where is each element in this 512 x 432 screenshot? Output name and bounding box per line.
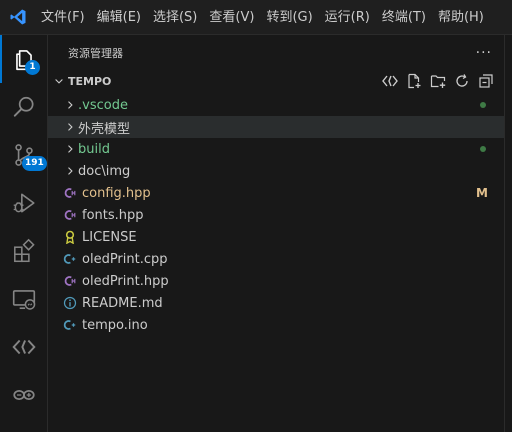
menu-bar: 文件(F) 编辑(E) 选择(S) 查看(V) 转到(G) 运行(R) 终端(T… [35,0,490,35]
title-bar: 文件(F) 编辑(E) 选择(S) 查看(V) 转到(G) 运行(R) 终端(T… [0,0,512,35]
cpp-header-file-icon [62,204,78,226]
menu-edit[interactable]: 编辑(E) [91,0,147,35]
sidebar-title: 资源管理器 [68,46,123,60]
chevron-down-icon [50,75,68,87]
vscode-logo-icon [0,0,35,35]
tree-item-label: 外壳模型 [78,121,131,137]
tree-item-label: LICENSE [82,229,137,245]
untracked-dot-icon [480,146,486,152]
chevron-right-icon [62,94,78,116]
chevron-right-icon [62,138,78,160]
tree-item-label: fonts.hpp [82,207,144,223]
modified-badge: M [476,186,488,200]
arduino-button[interactable] [0,371,48,419]
sidebar-header: 资源管理器 ··· [48,35,504,70]
activity-bar: 1 191 [0,35,48,432]
explorer-badge: 1 [25,60,40,75]
collapse-all-icon[interactable] [476,71,496,91]
workspace-section-header[interactable]: TEMPO [48,70,504,92]
tree-item-label: config.hpp [82,185,151,201]
cpp-file-icon [62,248,78,270]
source-control-badge: 191 [22,156,47,171]
tree-item-vscode[interactable]: .vscode [48,94,504,116]
section-actions [380,71,504,91]
cpp-header-file-icon [62,182,78,204]
tree-item-label: oledPrint.cpp [82,251,168,267]
menu-file[interactable]: 文件(F) [35,0,91,35]
search-icon [13,96,34,117]
tree-item-config-hpp[interactable]: config.hpp M [48,182,504,204]
tree-item-label: .vscode [78,97,128,113]
untracked-dot-icon [480,102,486,108]
menu-run[interactable]: 运行(R) [319,0,376,35]
menu-terminal[interactable]: 终端(T) [376,0,432,35]
tree-item-oledprint-hpp[interactable]: oledPrint.hpp [48,270,504,292]
explorer-button[interactable]: 1 [0,35,48,83]
extensions-button[interactable] [0,227,48,275]
arduino-infinity-icon [13,390,35,400]
tree-item-label: oledPrint.hpp [82,273,169,289]
run-debug-icon [13,193,35,213]
scrollbar-track[interactable] [504,35,512,432]
tree-item-fonts-hpp[interactable]: fonts.hpp [48,204,504,226]
menu-selection[interactable]: 选择(S) [147,0,203,35]
chevron-right-icon [62,160,78,182]
tree-item-label: doc\img [78,163,131,179]
new-folder-icon[interactable] [428,71,448,91]
menu-help[interactable]: 帮助(H) [432,0,490,35]
tree-item-oledprint-cpp[interactable]: oledPrint.cpp [48,248,504,270]
extensions-icon [14,238,35,263]
tree-item-shell-model[interactable]: 外壳模型 [48,116,504,138]
platformio-button[interactable] [0,323,48,371]
info-icon [62,292,78,314]
search-button[interactable] [0,83,48,131]
cpp-header-file-icon [62,270,78,292]
menu-go[interactable]: 转到(G) [260,0,318,35]
new-file-icon[interactable] [404,71,424,91]
workspace-title: TEMPO [68,74,112,88]
refresh-icon[interactable] [452,71,472,91]
tree-item-label: build [78,141,110,157]
arduino-file-icon [62,314,78,336]
tree-item-tempo-ino[interactable]: tempo.ino [48,314,504,336]
tree-item-readme[interactable]: README.md [48,292,504,314]
remote-explorer-button[interactable] [0,275,48,323]
platformio-toolbar-icon[interactable] [380,71,400,91]
tree-item-doc-img[interactable]: doc\img [48,160,504,182]
run-debug-button[interactable] [0,179,48,227]
explorer-sidebar: 资源管理器 ··· TEMPO .vscode 外壳模型 build doc\i… [48,35,504,432]
source-control-button[interactable]: 191 [0,131,48,179]
license-file-icon [62,226,78,248]
chevron-right-icon [62,116,78,138]
file-tree: .vscode 外壳模型 build doc\img config.hpp M … [48,94,504,336]
menu-view[interactable]: 查看(V) [203,0,260,35]
code-brackets-icon [12,339,36,355]
more-actions-icon[interactable]: ··· [476,45,492,61]
tree-item-label: tempo.ino [82,317,148,333]
tree-item-build[interactable]: build [48,138,504,160]
remote-explorer-icon [12,290,36,310]
tree-item-license[interactable]: LICENSE [48,226,504,248]
tree-item-label: README.md [82,295,163,311]
